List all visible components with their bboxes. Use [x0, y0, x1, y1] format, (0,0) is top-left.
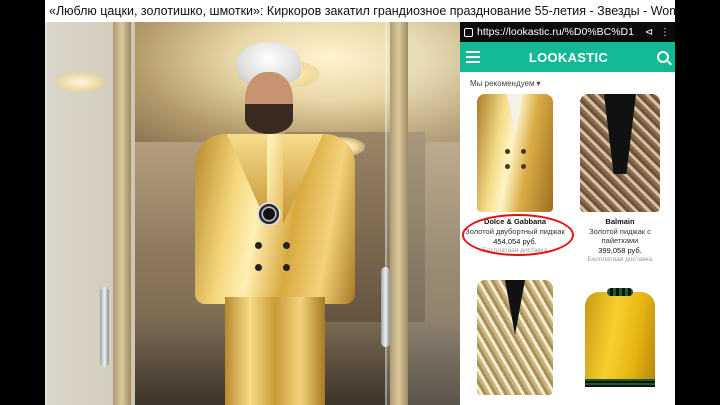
- door-handle: [100, 287, 109, 367]
- event-photo: [45, 22, 460, 405]
- screenshot-frame: «Люблю цацки, золотишко, шмотки»: Киркор…: [0, 0, 720, 405]
- gold-pants: [225, 297, 325, 405]
- article-headline: «Люблю цацки, золотишко, шмотки»: Киркор…: [45, 0, 675, 22]
- phone-screenshot: https://lookastic.ru/%D0%BC%D1 ⊲ ⋮ LOOKA…: [460, 22, 675, 405]
- product-image[interactable]: [570, 272, 670, 402]
- product-shipping: Бесплатная доставка: [587, 256, 653, 263]
- beard: [245, 104, 293, 134]
- jacket-button: [255, 264, 262, 271]
- gold-double-breasted-jacket: [477, 94, 553, 212]
- product-card[interactable]: Balmain Золотой пиджак с пайетками 399,0…: [570, 94, 670, 263]
- product-image[interactable]: [570, 94, 670, 214]
- product-image[interactable]: [465, 94, 565, 214]
- sequin-tuxedo-jacket: [477, 280, 553, 395]
- glass-door: [385, 22, 460, 405]
- red-highlight-circle: [462, 214, 574, 256]
- app-header: LOOKASTIC: [460, 42, 675, 72]
- product-card[interactable]: [465, 272, 565, 402]
- product-price: 399,058 руб.: [598, 246, 642, 255]
- search-icon[interactable]: [656, 51, 669, 63]
- url-text[interactable]: https://lookastic.ru/%D0%BC%D1: [477, 26, 639, 38]
- man-in-gold-suit: [185, 42, 365, 405]
- lock-icon: [464, 27, 473, 37]
- site-logo[interactable]: LOOKASTIC: [529, 50, 608, 65]
- caret-down-icon: ▾: [536, 78, 541, 88]
- yellow-bomber-jacket: [585, 288, 655, 387]
- sequin-jacket: [580, 94, 660, 212]
- product-card[interactable]: [570, 272, 670, 402]
- product-description[interactable]: Золотой пиджак с пайетками: [570, 227, 670, 245]
- share-icon[interactable]: ⊲: [643, 27, 655, 38]
- product-brand[interactable]: Balmain: [570, 217, 670, 226]
- sort-dropdown[interactable]: Мы рекомендуем ▾: [460, 72, 675, 94]
- glass-door: [45, 22, 131, 405]
- more-icon[interactable]: ⋮: [659, 27, 671, 38]
- hamburger-menu-icon[interactable]: [466, 51, 480, 63]
- product-image[interactable]: [465, 272, 565, 402]
- browser-url-bar[interactable]: https://lookastic.ru/%D0%BC%D1 ⊲ ⋮: [460, 22, 675, 42]
- jacket-button: [283, 264, 290, 271]
- medallion: [257, 202, 281, 226]
- jacket-button: [255, 242, 262, 249]
- sort-label: Мы рекомендуем: [470, 78, 535, 88]
- door-handle: [381, 267, 390, 347]
- jacket-button: [283, 242, 290, 249]
